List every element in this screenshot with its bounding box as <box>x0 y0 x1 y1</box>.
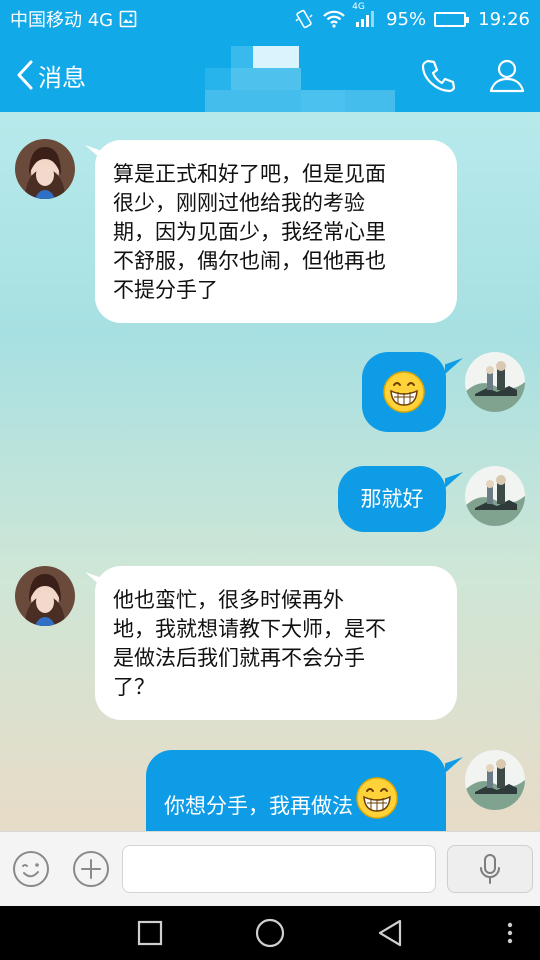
message-text: 那就好 <box>360 486 424 511</box>
wifi-icon <box>322 10 346 28</box>
my-avatar[interactable] <box>465 352 525 412</box>
bubble-tail <box>445 757 463 773</box>
back-icon <box>378 919 402 947</box>
input-bar <box>0 831 540 906</box>
message-line: 地，我就想请教下大师，是不 <box>113 617 386 641</box>
title-actions <box>420 57 526 93</box>
message-line: 了？ <box>113 675 155 699</box>
message-line: 是做法后我们就再不会分手 <box>113 646 365 670</box>
status-right: 4G 95% 19:26 <box>294 2 530 30</box>
phone-icon <box>421 59 456 93</box>
bubble-tail <box>445 472 463 488</box>
my-avatar[interactable] <box>465 750 525 810</box>
battery-icon <box>434 11 470 27</box>
plus-icon <box>73 851 109 887</box>
message-line: 他也蛮忙，很多时候再外 <box>113 588 344 612</box>
vibrate-icon <box>294 9 314 29</box>
home-icon <box>255 918 285 948</box>
emoji-button[interactable] <box>12 850 50 892</box>
more-icon <box>507 922 513 944</box>
title-bar: 消息 <box>0 38 540 112</box>
back-button[interactable]: 消息 <box>14 58 86 93</box>
network-tag: 4G <box>352 2 365 12</box>
back-label: 消息 <box>38 63 86 92</box>
contact-avatar[interactable] <box>15 566 75 626</box>
message-bubble-outgoing[interactable] <box>362 352 446 432</box>
signal-icon: 4G <box>352 2 378 28</box>
contact-avatar[interactable] <box>15 139 75 199</box>
recent-apps-button[interactable] <box>120 906 180 960</box>
carrier-label: 中国移动 4G <box>10 10 114 31</box>
profile-button[interactable] <box>488 57 526 93</box>
message-line: 期，因为见面少，我经常心里 <box>113 220 386 244</box>
clock: 19:26 <box>478 8 530 30</box>
contact-name-obscured <box>205 46 395 112</box>
message-input[interactable] <box>122 845 436 893</box>
voice-button[interactable] <box>447 845 533 893</box>
system-back-button[interactable] <box>360 906 420 960</box>
message-bubble-incoming[interactable]: 他也蛮忙，很多时候再外 地，我就想请教下大师，是不 是做法后我们就再不会分手 了… <box>95 566 457 720</box>
emoji-icon <box>13 851 49 887</box>
more-button[interactable] <box>495 906 525 960</box>
battery-percent: 95% <box>386 8 427 30</box>
grin-emoji-icon <box>383 371 425 413</box>
message-bubble-incoming[interactable]: 算是正式和好了吧，但是见面 很少，刚刚过他给我的考验 期，因为见面少，我经常心里… <box>95 140 457 323</box>
chevron-left-icon <box>17 60 33 90</box>
bubble-tail <box>445 358 463 374</box>
grin-emoji-icon <box>356 777 398 819</box>
status-bar: 中国移动 4G 4G 95% 19:26 <box>0 0 540 38</box>
message-line: 算是正式和好了吧，但是见面 <box>113 162 386 186</box>
message-text: 你想分手，我再做法 <box>164 794 353 818</box>
message-bubble-outgoing[interactable]: 那就好 <box>338 466 446 532</box>
screenshot-icon <box>119 10 137 28</box>
my-avatar[interactable] <box>465 466 525 526</box>
navigation-bar <box>0 906 540 960</box>
message-line: 不提分手了 <box>113 278 218 302</box>
person-icon <box>489 59 525 93</box>
add-button[interactable] <box>72 850 110 892</box>
status-left: 中国移动 4G <box>10 6 137 32</box>
message-line: 很少，刚刚过他给我的考验 <box>113 191 365 215</box>
message-line: 不舒服，偶尔也闹，但他再也 <box>113 249 386 273</box>
microphone-icon <box>480 854 500 884</box>
recent-apps-icon <box>137 920 163 946</box>
home-button[interactable] <box>240 906 300 960</box>
call-button[interactable] <box>420 57 456 93</box>
